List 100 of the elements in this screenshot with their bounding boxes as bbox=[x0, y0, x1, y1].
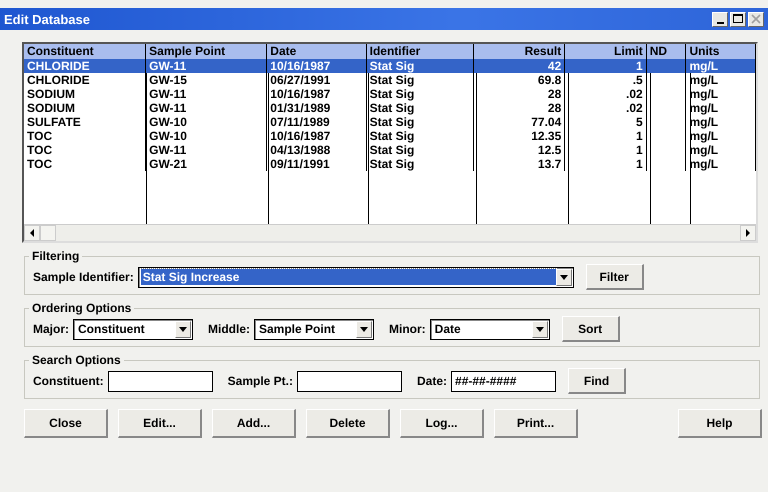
field-label: Minor: bbox=[389, 322, 426, 336]
dropdown[interactable]: Sample Point bbox=[254, 318, 374, 340]
table-cell: Stat Sig bbox=[366, 143, 474, 157]
find-button[interactable]: Find bbox=[568, 368, 626, 394]
table-row[interactable]: SODIUM GW-11 10/16/1987 Stat Sig 28 .02 mg/L bbox=[24, 87, 756, 101]
dialog-button[interactable]: Edit... bbox=[118, 409, 202, 438]
table-cell: SODIUM bbox=[24, 101, 146, 115]
table-row[interactable]: TOC GW-11 04/13/1988 Stat Sig 12.5 1 mg/L bbox=[24, 143, 756, 157]
table-cell: .02 bbox=[565, 87, 647, 101]
dropdown-arrow-icon bbox=[536, 326, 544, 332]
dialog-button[interactable]: Help bbox=[678, 409, 762, 438]
table-cell: 1 bbox=[565, 157, 647, 171]
scroll-left-button[interactable] bbox=[24, 225, 40, 241]
group-title: Ordering Options bbox=[31, 301, 132, 315]
table-cell: mg/L bbox=[686, 143, 756, 157]
table-cell: mg/L bbox=[686, 73, 756, 87]
table-cell: GW-15 bbox=[146, 73, 268, 87]
table-cell: 10/16/1987 bbox=[267, 59, 367, 73]
table-cell: SODIUM bbox=[24, 87, 146, 101]
dialog-button[interactable]: Print... bbox=[494, 409, 578, 438]
dialog-button[interactable]: Add... bbox=[212, 409, 296, 438]
minimize-button[interactable] bbox=[712, 12, 728, 26]
field-label: Sample Identifier: bbox=[33, 270, 134, 284]
filter-button[interactable]: Filter bbox=[586, 264, 644, 290]
table-cell: 69.8 bbox=[474, 73, 566, 87]
dialog-button[interactable]: Delete bbox=[306, 409, 390, 438]
table-cell: 09/11/1991 bbox=[267, 157, 367, 171]
table-cell: Stat Sig bbox=[366, 73, 474, 87]
table-cell: GW-21 bbox=[146, 157, 268, 171]
table-cell: Stat Sig bbox=[366, 115, 474, 129]
dropdown-arrow-icon bbox=[560, 274, 568, 280]
table-cell: 07/11/1989 bbox=[267, 115, 367, 129]
table-cell: GW-11 bbox=[146, 59, 268, 73]
input-field[interactable] bbox=[297, 370, 402, 392]
table-row[interactable]: SULFATE GW-10 07/11/1989 Stat Sig 77.04 5 mg/L bbox=[24, 115, 756, 129]
table-cell: 28 bbox=[474, 101, 566, 115]
dropdown-arrow-icon bbox=[179, 326, 187, 332]
table-cell: Stat Sig bbox=[366, 59, 474, 73]
table-cell: Stat Sig bbox=[366, 129, 474, 143]
table-cell: Stat Sig bbox=[366, 87, 474, 101]
table-cell: 10/16/1987 bbox=[267, 87, 367, 101]
table-cell: CHLORIDE bbox=[24, 73, 146, 87]
table-row[interactable]: TOC GW-21 09/11/1991 Stat Sig 13.7 1 mg/L bbox=[24, 157, 756, 171]
close-icon bbox=[751, 14, 761, 24]
table-cell: 77.04 bbox=[474, 115, 566, 129]
table-cell: 10/16/1987 bbox=[267, 129, 367, 143]
table-cell: GW-10 bbox=[146, 115, 268, 129]
table-cell: 06/27/1991 bbox=[267, 73, 367, 87]
scroll-right-button[interactable] bbox=[740, 225, 756, 241]
left-arrow-icon bbox=[29, 229, 35, 237]
table-cell: mg/L bbox=[686, 101, 756, 115]
group-title: Filtering bbox=[31, 249, 80, 263]
input-field[interactable]: ##-##-#### bbox=[451, 370, 556, 392]
minimize-icon bbox=[716, 22, 724, 24]
maximize-button[interactable] bbox=[730, 12, 746, 26]
table-cell: mg/L bbox=[686, 157, 756, 171]
table-cell: GW-11 bbox=[146, 143, 268, 157]
table-row[interactable]: CHLORIDE GW-11 10/16/1987 Stat Sig 42 1 mg/L bbox=[24, 59, 756, 73]
table-cell: 01/31/1989 bbox=[267, 101, 367, 115]
field-label: Major: bbox=[33, 322, 69, 336]
dropdown-arrow-icon bbox=[360, 326, 368, 332]
table-cell: SULFATE bbox=[24, 115, 146, 129]
table-cell: 12.35 bbox=[474, 129, 566, 143]
table-cell: TOC bbox=[24, 157, 146, 171]
table-cell: 04/13/1988 bbox=[267, 143, 367, 157]
scroll-thumb[interactable] bbox=[40, 225, 56, 241]
sort-button[interactable]: Sort bbox=[562, 316, 620, 342]
table-cell: .02 bbox=[565, 101, 647, 115]
maximize-icon bbox=[733, 14, 743, 24]
table-cell: 5 bbox=[565, 115, 647, 129]
table-cell: 12.5 bbox=[474, 143, 566, 157]
table-cell: 1 bbox=[565, 143, 647, 157]
group-title: Search Options bbox=[31, 353, 122, 367]
horizontal-scrollbar[interactable] bbox=[24, 224, 756, 241]
table-cell: TOC bbox=[24, 143, 146, 157]
dialog-button[interactable]: Log... bbox=[400, 409, 484, 438]
table-cell: mg/L bbox=[686, 87, 756, 101]
dropdown[interactable]: Stat Sig Increase bbox=[138, 266, 574, 288]
input-field[interactable] bbox=[108, 370, 213, 392]
table-cell: mg/L bbox=[686, 59, 756, 73]
table-cell: mg/L bbox=[686, 115, 756, 129]
table-cell: 42 bbox=[474, 59, 566, 73]
dialog-button[interactable]: Close bbox=[24, 409, 108, 438]
dropdown[interactable]: Constituent bbox=[73, 318, 193, 340]
field-label: Date: bbox=[417, 374, 448, 388]
table-cell: TOC bbox=[24, 129, 146, 143]
table-cell: 1 bbox=[565, 129, 647, 143]
table-row[interactable]: SODIUM GW-11 01/31/1989 Stat Sig 28 .02 mg/L bbox=[24, 101, 756, 115]
table-row[interactable]: CHLORIDE GW-15 06/27/1991 Stat Sig 69.8 .5 mg/L bbox=[24, 73, 756, 87]
dropdown[interactable]: Date bbox=[430, 318, 550, 340]
field-label: Constituent: bbox=[33, 374, 104, 388]
table-cell: 28 bbox=[474, 87, 566, 101]
field-label: Sample Pt.: bbox=[228, 374, 294, 388]
field-label: Middle: bbox=[208, 322, 250, 336]
table-cell: CHLORIDE bbox=[24, 59, 146, 73]
table-cell: GW-11 bbox=[146, 101, 268, 115]
table-cell: GW-10 bbox=[146, 129, 268, 143]
table-cell: .5 bbox=[565, 73, 647, 87]
table-row[interactable]: TOC GW-10 10/16/1987 Stat Sig 12.35 1 mg/L bbox=[24, 129, 756, 143]
table-cell: Stat Sig bbox=[366, 101, 474, 115]
